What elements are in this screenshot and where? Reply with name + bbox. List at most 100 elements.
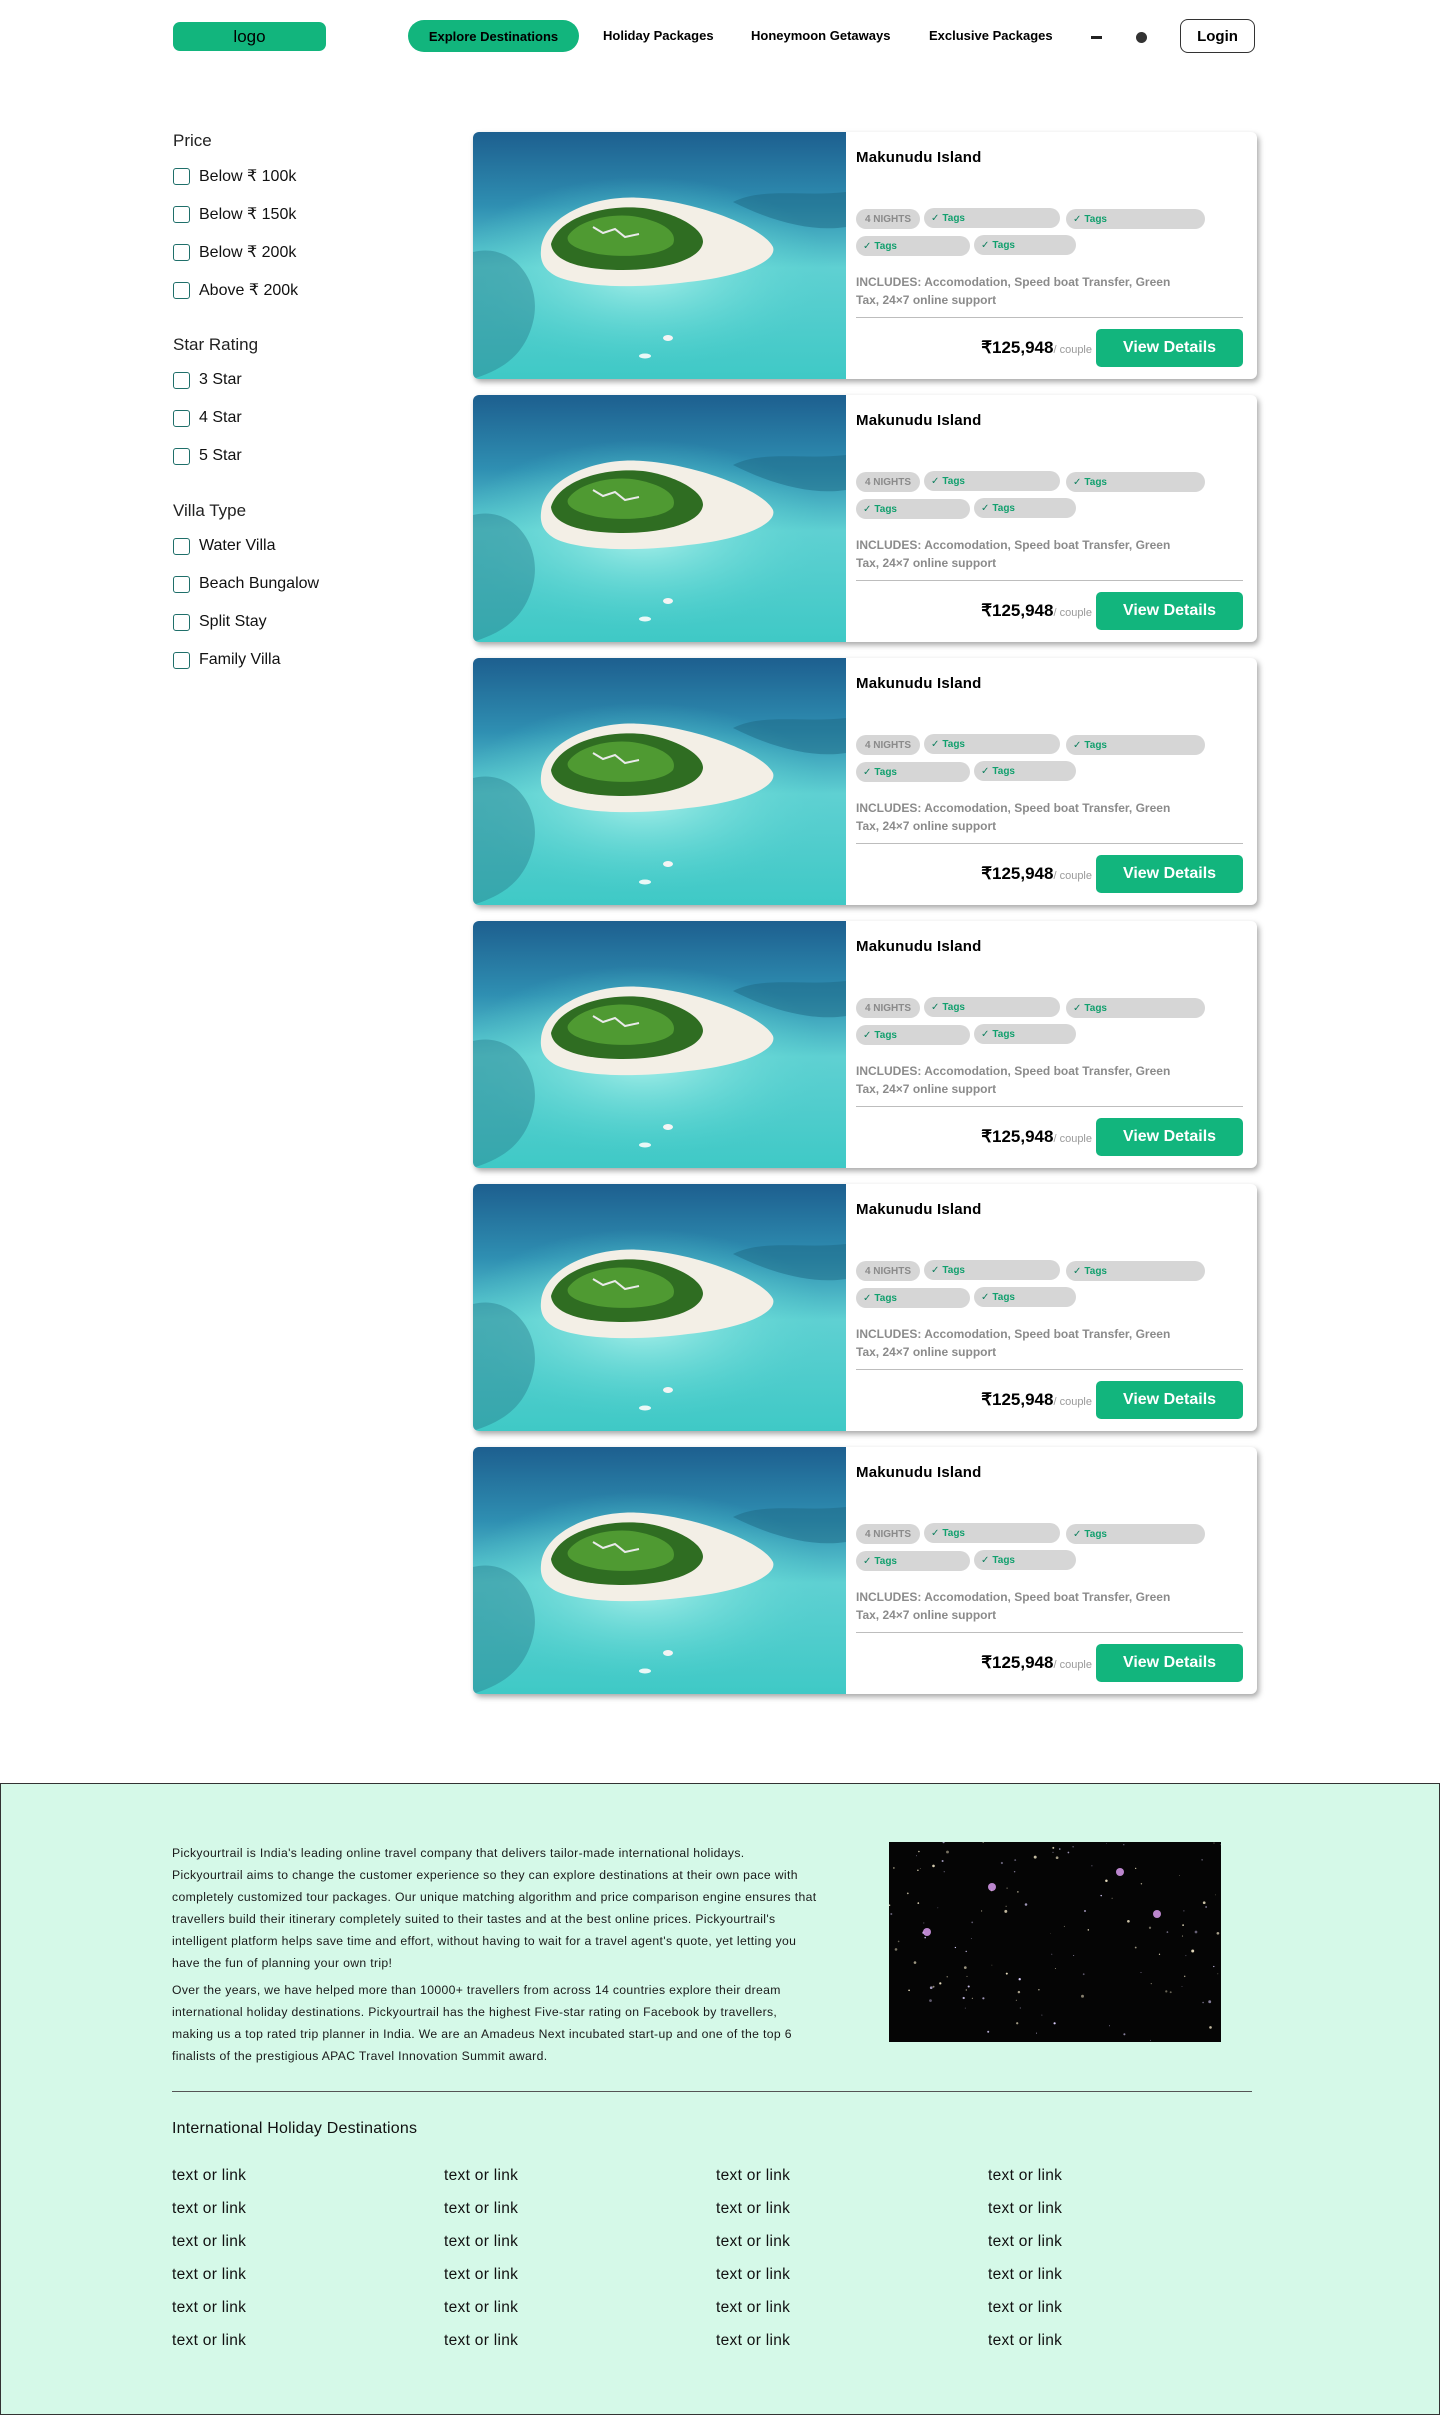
tag-label: Tags <box>992 502 1015 514</box>
filter-option[interactable]: Water Villa <box>173 527 433 565</box>
nav-explore-destinations[interactable]: Explore Destinations <box>408 20 579 52</box>
checkbox[interactable] <box>173 575 190 593</box>
package-card[interactable]: Makunudu Island 4 NIGHTS ✓ Tags ✓ Tags ✓ Ta… <box>473 921 1257 1168</box>
package-title: Makunudu Island <box>856 938 982 955</box>
island-photo[interactable] <box>473 1447 846 1694</box>
filter-option-label: Beach Bungalow <box>199 575 320 592</box>
tag-label: Tags <box>874 1292 897 1304</box>
checkbox[interactable] <box>173 167 190 185</box>
tag-chip: ✓ Tags <box>924 208 1060 228</box>
view-details-button[interactable]: View Details <box>1096 1118 1243 1156</box>
package-card[interactable]: Makunudu Island 4 NIGHTS ✓ Tags ✓ Tags ✓ Ta… <box>473 395 1257 642</box>
tag-label: Tags <box>942 475 965 487</box>
nights-badge: 4 NIGHTS <box>856 1524 920 1544</box>
filter-option[interactable]: Below ₹ 150k <box>173 195 433 233</box>
footer-link[interactable]: text or link <box>444 2166 716 2199</box>
login-button[interactable]: Login <box>1180 19 1255 53</box>
filter-option[interactable]: Family Villa <box>173 641 433 679</box>
view-details-button[interactable]: View Details <box>1096 855 1243 893</box>
checkbox[interactable] <box>173 281 190 299</box>
filter-option[interactable]: Above ₹ 200k <box>173 271 433 309</box>
island-photo[interactable] <box>473 1184 846 1431</box>
island-photo[interactable] <box>473 921 846 1168</box>
check-icon: ✓ <box>981 765 990 777</box>
footer-link[interactable]: text or link <box>716 2298 988 2331</box>
minus-icon[interactable] <box>1091 36 1102 39</box>
package-card[interactable]: Makunudu Island 4 NIGHTS ✓ Tags ✓ Tags ✓ Ta… <box>473 1184 1257 1431</box>
footer-link[interactable]: text or link <box>444 2199 716 2232</box>
package-title: Makunudu Island <box>856 149 982 166</box>
footer-link[interactable]: text or link <box>172 2232 444 2265</box>
view-details-button[interactable]: View Details <box>1096 1644 1243 1682</box>
filter-option[interactable]: 3 Star <box>173 361 433 399</box>
checkbox[interactable] <box>173 371 190 389</box>
island-photo[interactable] <box>473 395 846 642</box>
package-details: Makunudu Island 4 NIGHTS ✓ Tags ✓ Tags ✓ Ta… <box>856 395 1249 642</box>
footer-link[interactable]: text or link <box>988 2331 1260 2364</box>
filter-option[interactable]: Below ₹ 200k <box>173 233 433 271</box>
footer-link[interactable]: text or link <box>716 2232 988 2265</box>
check-icon: ✓ <box>1073 1528 1082 1540</box>
footer-link[interactable]: text or link <box>172 2298 444 2331</box>
nights-badge: 4 NIGHTS <box>856 735 920 755</box>
view-details-button[interactable]: View Details <box>1096 329 1243 367</box>
filter-option[interactable]: Beach Bungalow <box>173 565 433 603</box>
checkbox[interactable] <box>173 205 190 223</box>
checkbox[interactable] <box>173 537 190 555</box>
footer-link[interactable]: text or link <box>172 2265 444 2298</box>
price-unit: / couple <box>1053 1133 1092 1145</box>
footer-link[interactable]: text or link <box>988 2232 1260 2265</box>
nav-honeymoon-getaways[interactable]: Honeymoon Getaways <box>751 28 890 43</box>
footer-link[interactable]: text or link <box>172 2199 444 2232</box>
tag-chip: ✓ Tags <box>974 1287 1076 1307</box>
tag-label: Tags <box>942 1527 965 1539</box>
tag-chip: ✓ Tags <box>1066 472 1205 492</box>
view-details-button[interactable]: View Details <box>1096 592 1243 630</box>
footer-link[interactable]: text or link <box>988 2265 1260 2298</box>
nav-exclusive-packages[interactable]: Exclusive Packages <box>929 28 1053 43</box>
tag-chip: ✓ Tags <box>856 499 970 519</box>
footer-link[interactable]: text or link <box>172 2331 444 2364</box>
footer-link[interactable]: text or link <box>988 2166 1260 2199</box>
checkbox[interactable] <box>173 613 190 631</box>
footer-link[interactable]: text or link <box>444 2265 716 2298</box>
package-price: ₹125,948/ couple <box>981 864 1092 884</box>
checkbox[interactable] <box>173 447 190 465</box>
logo[interactable]: logo <box>173 22 326 51</box>
dot-icon[interactable] <box>1136 32 1147 43</box>
tag-label: Tags <box>874 1555 897 1567</box>
footer-link[interactable]: text or link <box>716 2199 988 2232</box>
checkbox[interactable] <box>173 651 190 669</box>
card-divider <box>856 1632 1243 1633</box>
view-details-button[interactable]: View Details <box>1096 1381 1243 1419</box>
footer-link[interactable]: text or link <box>716 2166 988 2199</box>
tag-label: Tags <box>992 1028 1015 1040</box>
check-icon: ✓ <box>931 738 940 750</box>
footer-link[interactable]: text or link <box>716 2265 988 2298</box>
package-title: Makunudu Island <box>856 1201 982 1218</box>
island-photo[interactable] <box>473 658 846 905</box>
island-photo[interactable] <box>473 132 846 379</box>
filter-option[interactable]: Split Stay <box>173 603 433 641</box>
checkbox[interactable] <box>173 409 190 427</box>
footer-heading: International Holiday Destinations <box>172 2120 418 2137</box>
tag-label: Tags <box>874 766 897 778</box>
footer-link[interactable]: text or link <box>444 2298 716 2331</box>
filter-option[interactable]: 4 Star <box>173 399 433 437</box>
checkbox[interactable] <box>173 243 190 261</box>
footer-link[interactable]: text or link <box>988 2199 1260 2232</box>
nights-badge: 4 NIGHTS <box>856 998 920 1018</box>
footer-link[interactable]: text or link <box>716 2331 988 2364</box>
footer-link[interactable]: text or link <box>444 2331 716 2364</box>
package-card[interactable]: Makunudu Island 4 NIGHTS ✓ Tags ✓ Tags ✓ Ta… <box>473 1447 1257 1694</box>
filter-sidebar: Price Below ₹ 100k Below ₹ 150k Below ₹ … <box>173 128 433 702</box>
package-card[interactable]: Makunudu Island 4 NIGHTS ✓ Tags ✓ Tags ✓ Ta… <box>473 132 1257 379</box>
filter-option[interactable]: 5 Star <box>173 437 433 475</box>
filter-option[interactable]: Below ₹ 100k <box>173 157 433 195</box>
footer-link[interactable]: text or link <box>988 2298 1260 2331</box>
tag-chip: ✓ Tags <box>1066 209 1205 229</box>
footer-link[interactable]: text or link <box>172 2166 444 2199</box>
package-card[interactable]: Makunudu Island 4 NIGHTS ✓ Tags ✓ Tags ✓ Ta… <box>473 658 1257 905</box>
footer-link[interactable]: text or link <box>444 2232 716 2265</box>
nav-holiday-packages[interactable]: Holiday Packages <box>603 28 714 43</box>
